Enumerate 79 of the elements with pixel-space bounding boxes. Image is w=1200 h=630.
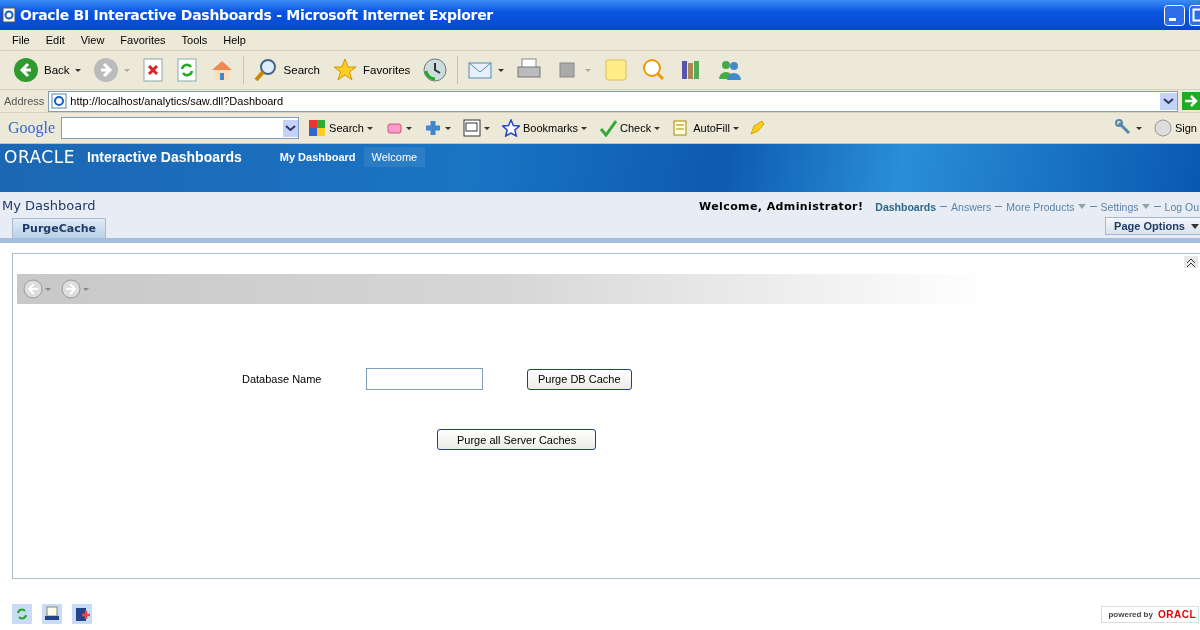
autofill-button[interactable]: AutoFill <box>669 119 742 137</box>
spellcheck-icon <box>599 119 617 137</box>
field-label: Database Name <box>242 373 323 385</box>
plus-icon <box>423 119 442 137</box>
powered-by-badge: powered by ORACL <box>1101 605 1199 623</box>
caret-icon <box>405 126 412 130</box>
caret-icon <box>366 126 373 130</box>
back-button[interactable]: Back <box>10 57 84 83</box>
google-search-button[interactable]: Search <box>305 119 376 137</box>
minimize-button[interactable] <box>1164 4 1185 26</box>
address-field[interactable]: http://localhost/analytics/saw.dll?Dashboard <box>48 90 1178 112</box>
dash-separator-icon <box>1153 205 1161 208</box>
star-outline-icon <box>501 119 520 137</box>
refresh-icon[interactable] <box>12 604 32 624</box>
nav-link[interactable]: Answers <box>951 200 992 213</box>
forward-arrow-icon[interactable] <box>61 279 91 299</box>
favorites-button[interactable]: Favorites <box>329 57 414 83</box>
dash-separator-icon <box>940 205 948 208</box>
sign-in-button[interactable]: Sign <box>1150 119 1200 137</box>
window-icon <box>462 119 481 137</box>
circle-icon <box>1153 119 1172 137</box>
collapse-icon[interactable] <box>1184 256 1198 268</box>
page-icon <box>51 93 68 109</box>
caret-icon <box>1191 223 1199 229</box>
google-g-icon <box>308 119 327 137</box>
search-button[interactable]: Search <box>249 57 323 83</box>
welcome-text: Welcome, Administrator! <box>699 200 864 213</box>
caret-icon <box>581 126 587 130</box>
refresh-icon[interactable] <box>175 58 198 82</box>
database-name-field[interactable] <box>366 368 483 390</box>
bookmarks-button[interactable]: Bookmarks <box>498 119 590 137</box>
history-icon[interactable] <box>422 57 449 83</box>
nav-link[interactable]: Dashboards <box>875 200 937 213</box>
header-tab[interactable]: Welcome <box>363 147 426 167</box>
wrench-icon <box>1114 119 1133 137</box>
back-arrow-icon[interactable] <box>23 279 53 299</box>
menu-item[interactable]: View <box>72 34 113 46</box>
caret-icon <box>654 126 661 130</box>
ie-page-icon <box>2 7 16 23</box>
menu-item[interactable]: Edit <box>37 34 73 46</box>
menu-item[interactable]: Favorites <box>112 34 174 46</box>
purge-all-caches-button[interactable]: Purge all Server Caches <box>437 429 597 450</box>
caret-icon <box>498 68 505 72</box>
window-title: Oracle BI Interactive Dashboards - Microsoft Internet Explorer <box>20 7 493 23</box>
page-options-button[interactable]: Page Options <box>1105 217 1200 235</box>
caret-icon <box>123 68 130 72</box>
dash-separator-icon <box>995 205 1003 208</box>
star-icon <box>332 57 358 83</box>
purge-db-cache-button[interactable]: Purge DB Cache <box>527 368 632 390</box>
caret-icon <box>74 68 81 72</box>
page-tab[interactable]: PurgeCache <box>12 218 106 238</box>
oracle-logo: ORACLE <box>4 147 75 167</box>
export-icon[interactable] <box>72 604 92 624</box>
stop-icon[interactable] <box>141 58 164 82</box>
nav-link[interactable]: Log Ou <box>1164 200 1199 213</box>
search-icon <box>252 57 279 83</box>
dash-separator-icon <box>1089 205 1097 208</box>
nav-link[interactable]: Settings <box>1100 200 1150 213</box>
menu-item[interactable]: Tools <box>173 34 216 46</box>
nav-link[interactable]: More Products <box>1006 200 1086 213</box>
go-icon[interactable] <box>1182 92 1200 110</box>
caret-icon <box>483 126 490 130</box>
caret-icon <box>444 126 451 130</box>
caret-icon <box>732 126 739 130</box>
address-label: Address <box>4 95 45 107</box>
menu-item[interactable]: File <box>4 34 38 46</box>
caret-icon <box>1135 126 1142 130</box>
google-logo: Google <box>8 119 56 137</box>
product-title: Interactive Dashboards <box>86 149 242 165</box>
menu-item[interactable]: Help <box>215 34 254 46</box>
caret-icon <box>585 68 592 72</box>
header-tab[interactable]: My Dashboard <box>271 147 364 167</box>
dropdown-icon <box>1160 92 1177 110</box>
printer-icon[interactable] <box>42 604 62 624</box>
dropdown-icon <box>283 119 299 137</box>
pencil-icon[interactable] <box>747 119 766 137</box>
check-button[interactable]: Check <box>596 119 664 137</box>
google-search-field[interactable] <box>61 117 300 139</box>
dashboard-title: My Dashboard <box>1 197 97 213</box>
